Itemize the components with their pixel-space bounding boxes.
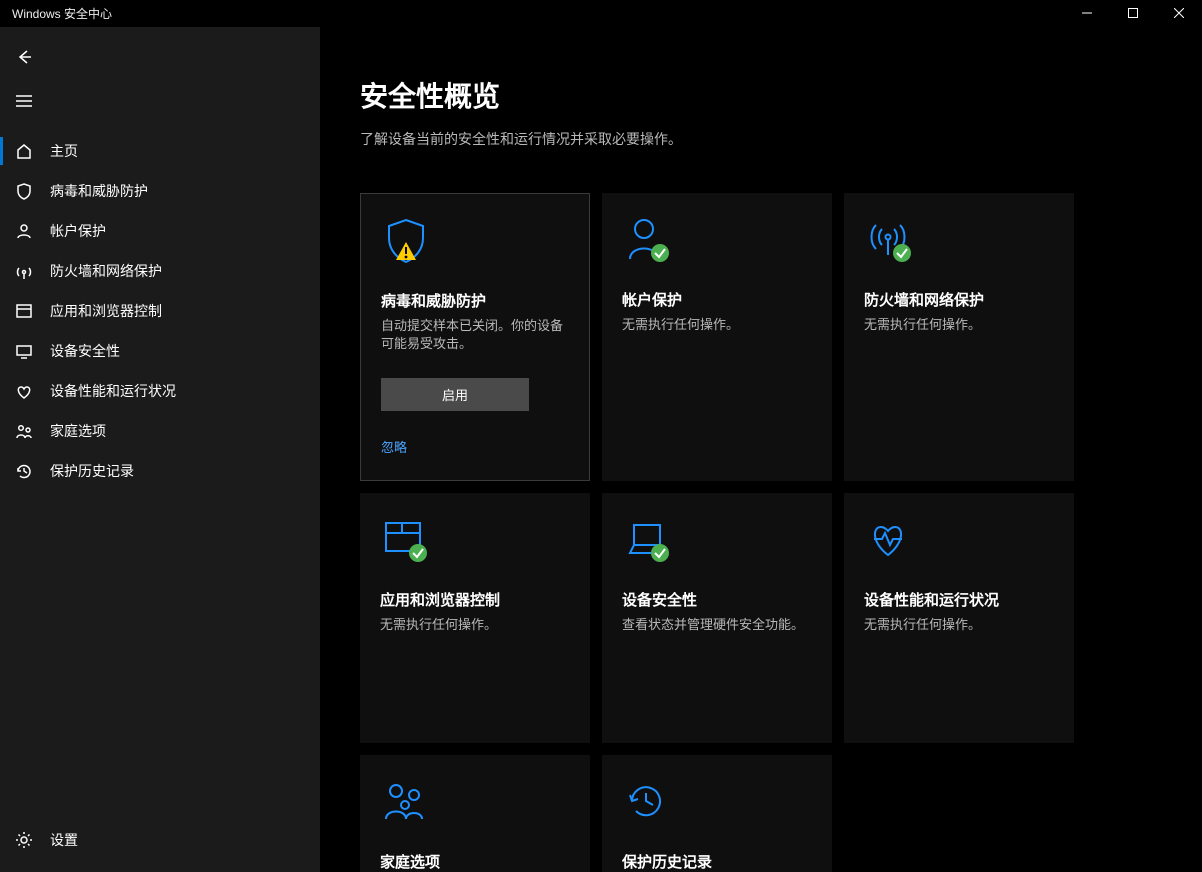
card-desc: 无需执行任何操作。: [622, 316, 812, 335]
titlebar: Windows 安全中心: [0, 0, 1202, 27]
dismiss-link[interactable]: 忽略: [381, 437, 569, 456]
card-title: 设备性能和运行状况: [864, 589, 1054, 610]
back-button[interactable]: [0, 35, 48, 79]
heart-pulse-icon: [864, 515, 1054, 573]
card-device[interactable]: 设备安全性 查看状态并管理硬件安全功能。: [602, 493, 832, 743]
card-desc: 自动提交样本已关闭。你的设备可能易受攻击。: [381, 317, 569, 355]
home-icon: [14, 141, 34, 161]
person-ok-icon: [622, 215, 812, 273]
signal-icon: [14, 261, 34, 281]
card-desc: 无需执行任何操作。: [864, 316, 1054, 335]
card-health[interactable]: 设备性能和运行状况 无需执行任何操作。: [844, 493, 1074, 743]
card-virus[interactable]: 病毒和威胁防护 自动提交样本已关闭。你的设备可能易受攻击。 启用 忽略: [360, 193, 590, 482]
sidebar-item-family[interactable]: 家庭选项: [0, 411, 320, 451]
sidebar-item-label: 病毒和威胁防护: [50, 181, 148, 201]
gear-icon: [14, 830, 34, 850]
card-desc: 无需执行任何操作。: [380, 616, 570, 635]
sidebar-item-device[interactable]: 设备安全性: [0, 331, 320, 371]
card-title: 帐户保护: [622, 289, 812, 310]
enable-button[interactable]: 启用: [381, 378, 529, 411]
shield-warning-icon: [381, 216, 569, 274]
sidebar-item-label: 设置: [50, 830, 78, 850]
close-icon: [1174, 8, 1184, 18]
card-title: 家庭选项: [380, 851, 570, 872]
page-title: 安全性概览: [360, 75, 1162, 115]
card-history[interactable]: 保护历史记录 查看最新保护操作和建议。: [602, 755, 832, 872]
sidebar-item-settings[interactable]: 设置: [0, 820, 320, 860]
sidebar: 主页 病毒和威胁防护 帐户保护: [0, 27, 320, 872]
minimize-button[interactable]: [1064, 0, 1110, 27]
card-title: 病毒和威胁防护: [381, 290, 569, 311]
card-title: 防火墙和网络保护: [864, 289, 1054, 310]
sidebar-item-account[interactable]: 帐户保护: [0, 211, 320, 251]
main-content: 安全性概览 了解设备当前的安全性和运行情况并采取必要操作。 病毒和威胁防护 自: [320, 27, 1202, 872]
card-title: 保护历史记录: [622, 851, 812, 872]
maximize-button[interactable]: [1110, 0, 1156, 27]
sidebar-item-label: 保护历史记录: [50, 461, 134, 481]
sidebar-item-home[interactable]: 主页: [0, 131, 320, 171]
monitor-icon: [14, 341, 34, 361]
card-appctrl[interactable]: 应用和浏览器控制 无需执行任何操作。: [360, 493, 590, 743]
shield-icon: [14, 181, 34, 201]
page-subtitle: 了解设备当前的安全性和运行情况并采取必要操作。: [360, 129, 1162, 149]
card-family[interactable]: 家庭选项 管理你的家人使用设备的方式。: [360, 755, 590, 872]
sidebar-item-label: 防火墙和网络保护: [50, 261, 162, 281]
family-icon: [14, 421, 34, 441]
sidebar-item-virus[interactable]: 病毒和威胁防护: [0, 171, 320, 211]
arrow-left-icon: [15, 48, 33, 66]
sidebar-item-label: 设备性能和运行状况: [50, 381, 176, 401]
sidebar-item-label: 帐户保护: [50, 221, 106, 241]
menu-button[interactable]: [0, 79, 48, 123]
card-firewall[interactable]: 防火墙和网络保护 无需执行任何操作。: [844, 193, 1074, 482]
sidebar-item-firewall[interactable]: 防火墙和网络保护: [0, 251, 320, 291]
card-desc: 查看状态并管理硬件安全功能。: [622, 616, 812, 635]
card-title: 设备安全性: [622, 589, 812, 610]
card-account[interactable]: 帐户保护 无需执行任何操作。: [602, 193, 832, 482]
history-icon: [622, 777, 812, 835]
browser-ok-icon: [380, 515, 570, 573]
person-icon: [14, 221, 34, 241]
minimize-icon: [1082, 8, 1092, 18]
history-icon: [14, 461, 34, 481]
browser-icon: [14, 301, 34, 321]
cards-grid: 病毒和威胁防护 自动提交样本已关闭。你的设备可能易受攻击。 启用 忽略: [360, 193, 1162, 872]
family-icon: [380, 777, 570, 835]
sidebar-item-appctrl[interactable]: 应用和浏览器控制: [0, 291, 320, 331]
window-title: Windows 安全中心: [12, 5, 112, 22]
laptop-ok-icon: [622, 515, 812, 573]
sidebar-item-label: 设备安全性: [50, 341, 120, 361]
sidebar-item-label: 家庭选项: [50, 421, 106, 441]
sidebar-item-label: 主页: [50, 141, 78, 161]
close-button[interactable]: [1156, 0, 1202, 27]
sidebar-item-history[interactable]: 保护历史记录: [0, 451, 320, 491]
sidebar-item-label: 应用和浏览器控制: [50, 301, 162, 321]
card-title: 应用和浏览器控制: [380, 589, 570, 610]
signal-ok-icon: [864, 215, 1054, 273]
sidebar-item-health[interactable]: 设备性能和运行状况: [0, 371, 320, 411]
card-desc: 无需执行任何操作。: [864, 616, 1054, 635]
hamburger-icon: [15, 94, 33, 108]
heart-icon: [14, 381, 34, 401]
maximize-icon: [1128, 8, 1138, 18]
